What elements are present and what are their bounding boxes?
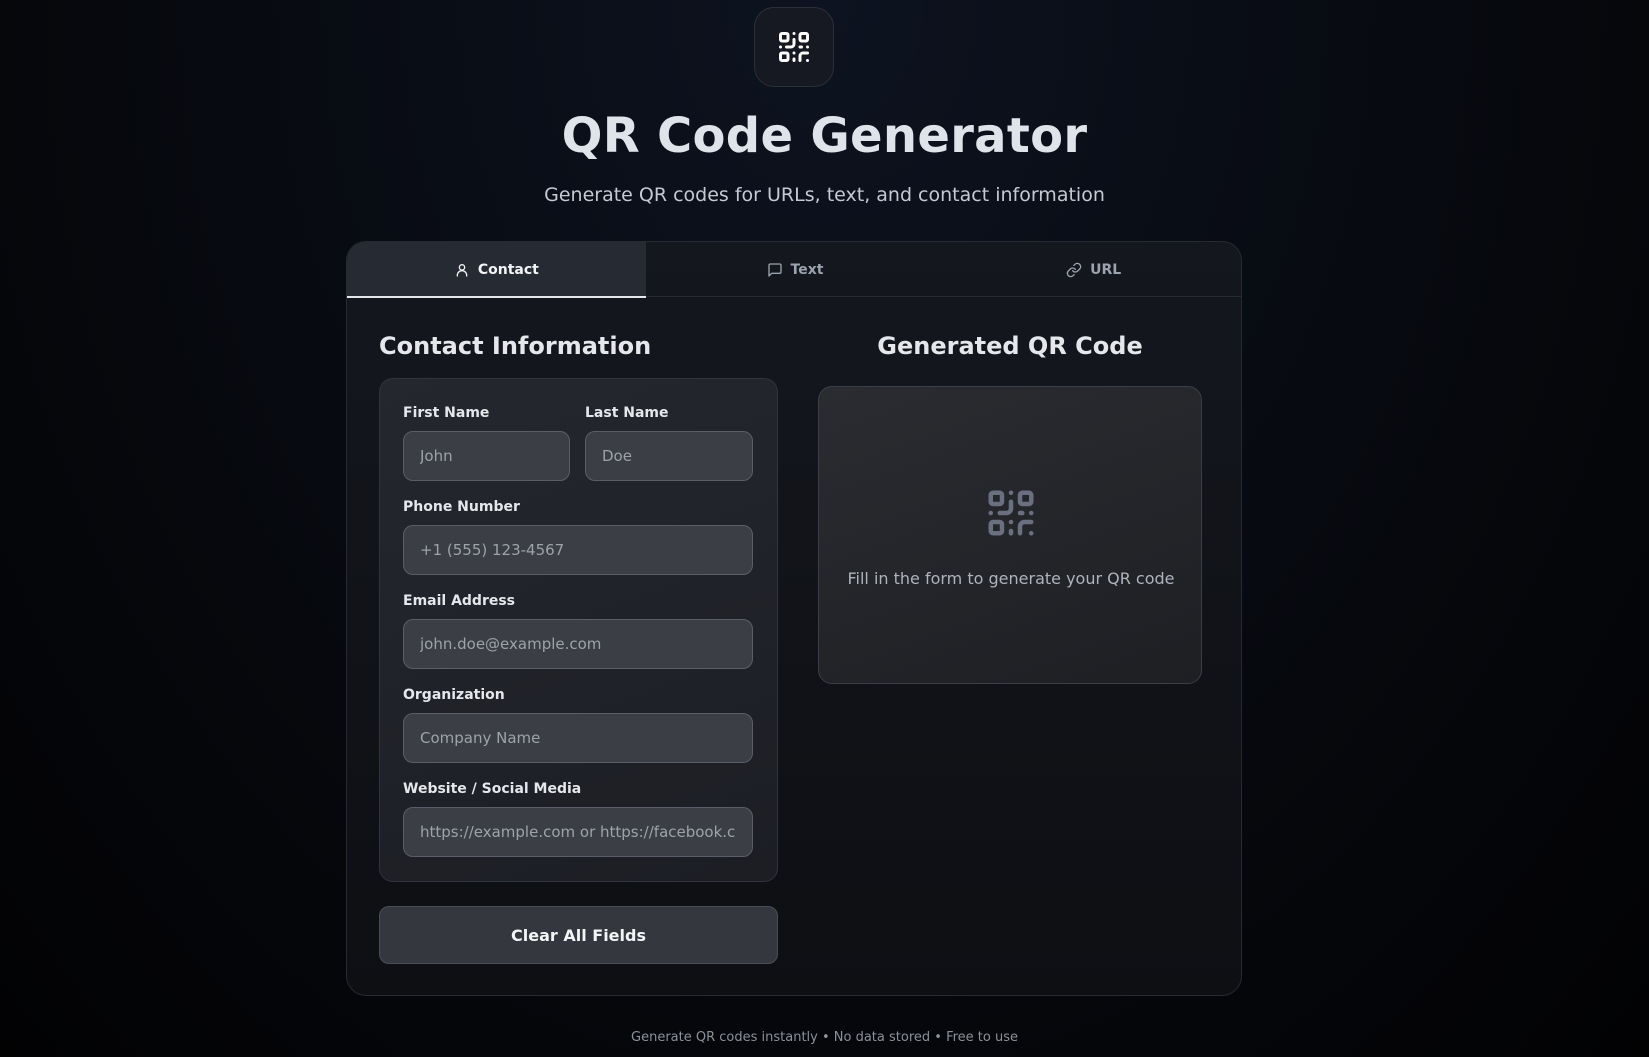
clear-all-button[interactable]: Clear All Fields — [379, 906, 778, 964]
footer-text: Generate QR codes instantly • No data st… — [631, 1030, 1018, 1045]
website-label: Website / Social Media — [403, 781, 582, 797]
tab-label: URL — [1090, 261, 1122, 278]
qr-code-icon — [988, 490, 1034, 536]
contact-form: First Name Last Name Phone Number Email … — [379, 378, 778, 882]
last-name-label: Last Name — [585, 405, 669, 421]
page-subtitle: Generate QR codes for URLs, text, and co… — [544, 184, 1105, 206]
tab-bar: Contact Text URL — [347, 242, 1241, 298]
tab-contact[interactable]: Contact — [347, 242, 646, 298]
contact-section-title: Contact Information — [379, 332, 652, 360]
organization-input[interactable] — [403, 713, 753, 763]
user-icon — [456, 263, 468, 277]
organization-label: Organization — [403, 687, 505, 703]
tab-label: Contact — [477, 261, 539, 278]
email-label: Email Address — [403, 593, 516, 609]
qr-code-icon — [779, 32, 809, 63]
qr-section-title: Generated QR Code — [877, 332, 1143, 360]
first-name-input[interactable] — [403, 431, 570, 481]
phone-label: Phone Number — [403, 499, 520, 515]
link-icon — [1066, 262, 1082, 277]
message-icon — [767, 262, 782, 277]
tab-text[interactable]: Text — [646, 242, 945, 297]
website-input[interactable] — [403, 807, 753, 857]
tab-label: Text — [790, 261, 824, 278]
app-logo — [754, 7, 834, 87]
qr-preview-panel: Fill in the form to generate your QR cod… — [818, 386, 1202, 684]
tab-url[interactable]: URL — [944, 242, 1241, 297]
page-title: QR Code Generator — [561, 108, 1088, 164]
phone-input[interactable] — [403, 525, 753, 575]
generator-card: Contact Text URL Contact Information Fir… — [346, 241, 1242, 996]
first-name-label: First Name — [403, 405, 490, 421]
qr-hint-text: Fill in the form to generate your QR cod… — [847, 569, 1175, 588]
last-name-input[interactable] — [585, 431, 753, 481]
email-input[interactable] — [403, 619, 753, 669]
